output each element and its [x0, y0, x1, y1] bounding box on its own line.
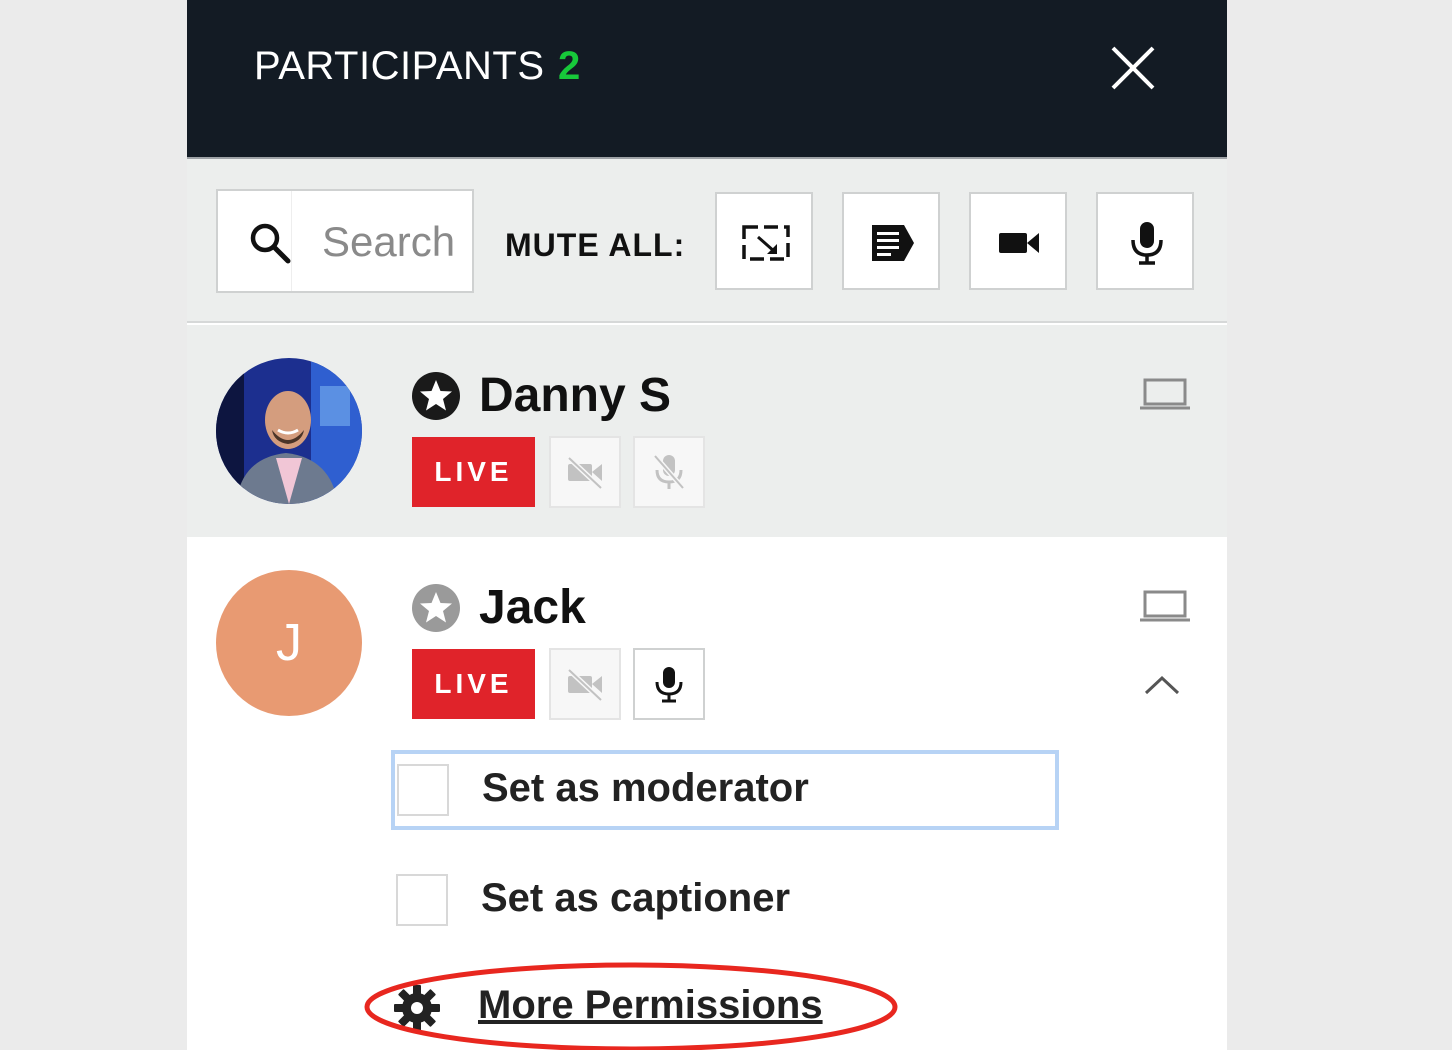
- avatar: [216, 358, 362, 504]
- mute-all-audio-button[interactable]: [1096, 192, 1194, 290]
- set-moderator-label: Set as moderator: [482, 766, 809, 810]
- mute-all-captions-button[interactable]: [842, 192, 940, 290]
- toolbar: MUTE ALL:: [187, 157, 1227, 323]
- search-box[interactable]: [216, 189, 474, 293]
- live-badge: LIVE: [412, 649, 535, 719]
- avatar-photo: [216, 358, 362, 504]
- video-status-button[interactable]: [549, 436, 621, 508]
- search-divider: [291, 191, 292, 291]
- avatar: J: [216, 570, 362, 716]
- search-icon: [250, 223, 291, 264]
- laptop-icon: [1140, 378, 1190, 410]
- participant-name: Jack: [479, 581, 586, 634]
- mute-all-label: MUTE ALL:: [505, 227, 686, 263]
- panel-title: PARTICIPANTS: [254, 44, 545, 88]
- set-moderator-option[interactable]: Set as moderator: [391, 750, 1059, 830]
- chevron-up-icon[interactable]: [1142, 669, 1182, 699]
- video-off-icon: [567, 668, 603, 702]
- participant-row[interactable]: J Jack LIVE Set as moderator Set as capt…: [187, 537, 1227, 1050]
- moderator-checkbox[interactable]: [397, 764, 449, 816]
- microphone-off-icon: [653, 454, 685, 490]
- participants-panel: PARTICIPANTS 2 MUTE ALL:: [187, 0, 1227, 1050]
- video-status-button[interactable]: [549, 648, 621, 720]
- set-captioner-label: Set as captioner: [481, 876, 791, 920]
- close-icon: [1111, 46, 1155, 90]
- participant-name: Danny S: [479, 369, 672, 422]
- more-permissions-link[interactable]: More Permissions: [392, 977, 852, 1037]
- laptop-icon: [1140, 590, 1190, 622]
- participant-row[interactable]: Danny S LIVE: [187, 325, 1227, 537]
- live-badge: LIVE: [412, 437, 535, 507]
- audio-status-button[interactable]: [633, 648, 705, 720]
- close-button[interactable]: [1105, 40, 1161, 96]
- screenshare-icon: [742, 225, 790, 261]
- caption-icon: [872, 225, 914, 261]
- more-permissions-label: More Permissions: [478, 983, 823, 1027]
- moderator-star-icon: [412, 584, 460, 632]
- participant-count: 2: [558, 44, 581, 88]
- search-input[interactable]: [322, 211, 462, 273]
- video-camera-icon: [999, 233, 1039, 253]
- microphone-icon: [1131, 222, 1163, 265]
- video-off-icon: [567, 456, 603, 490]
- set-captioner-option[interactable]: Set as captioner: [391, 860, 1059, 940]
- microphone-icon: [655, 667, 683, 703]
- panel-header: PARTICIPANTS 2: [187, 0, 1227, 157]
- mute-all-video-button[interactable]: [969, 192, 1067, 290]
- captioner-checkbox[interactable]: [396, 874, 448, 926]
- audio-status-button[interactable]: [633, 436, 705, 508]
- gear-icon: [394, 985, 440, 1031]
- mute-all-screenshare-button[interactable]: [715, 192, 813, 290]
- moderator-star-icon: [412, 372, 460, 420]
